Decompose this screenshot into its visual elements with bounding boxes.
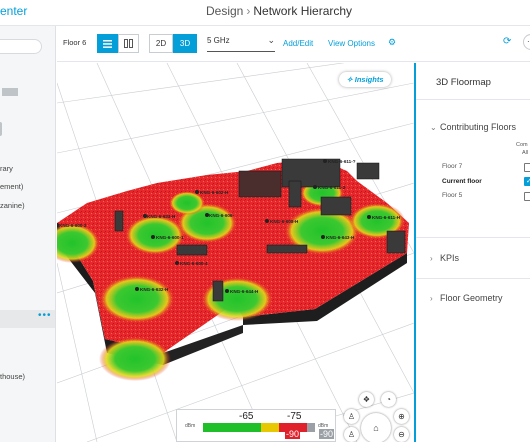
- heatmap-surface: [57, 159, 409, 353]
- floor-toolbar: Floor 6 2D 3D 5 GHz ⌄ Add/Edit View Opti…: [57, 26, 530, 62]
- divider: [416, 99, 530, 100]
- breadcrumb-current: Network Hierarchy: [253, 4, 353, 18]
- floor-geometry-toggle[interactable]: › Floor Geometry: [430, 293, 503, 303]
- person-icon: ♙: [347, 430, 356, 439]
- insights-label: Insights: [354, 75, 384, 84]
- gear-icon[interactable]: ⚙: [388, 37, 396, 48]
- collapsed-badge: [2, 88, 18, 96]
- columns-icon: [124, 39, 133, 48]
- site-hierarchy-panel: rary ement) zanine) ••• thouse): [0, 26, 56, 442]
- ap-label: KNG-6-600-1: [156, 235, 184, 240]
- breadcrumb-separator: ›: [246, 4, 251, 18]
- zoom-out-button[interactable]: ⊖: [394, 427, 409, 442]
- ap-label: KNG-6-611-2: [318, 185, 346, 190]
- legend-value-gray: -90: [319, 429, 335, 439]
- current-floor-checkbox[interactable]: [524, 177, 530, 186]
- ap-label: KNG-6-611-?: [328, 159, 356, 164]
- floor-7-label: Floor 7: [442, 163, 463, 170]
- floor-5-label: Floor 5: [442, 192, 463, 199]
- reset-view-button[interactable]: ❖: [359, 392, 374, 407]
- column-header-2: All: [522, 150, 529, 156]
- list-view-button[interactable]: [97, 34, 118, 53]
- mode-3d-button[interactable]: 3D: [173, 34, 197, 53]
- walk-button[interactable]: ♙: [344, 427, 359, 442]
- kpis-toggle[interactable]: › KPIs: [430, 253, 459, 263]
- legend-value-green: -65: [239, 411, 254, 422]
- list-icon: [103, 39, 112, 48]
- rssi-legend: dBm dBm -65 -75 -90 -90: [176, 409, 336, 442]
- floormap-3d-canvas[interactable]: KNG-6-611-? KNG-6-602-H KNG-6-611-2 KNG-…: [57, 63, 414, 442]
- top-header: enter Design › Network Hierarchy: [0, 0, 530, 26]
- floor-label: Floor 6: [63, 38, 87, 47]
- divider: [416, 237, 530, 238]
- floor-geometry-label: Floor Geometry: [440, 293, 503, 303]
- legend-bar-gray: [307, 423, 315, 432]
- floor-5-checkbox[interactable]: [524, 192, 530, 201]
- chevron-right-icon: ›: [430, 254, 433, 263]
- view-options-link[interactable]: View Options: [328, 39, 375, 48]
- chevron-down-icon: ⌄: [267, 35, 275, 45]
- person-icon: ♙: [347, 412, 356, 421]
- pan-control[interactable]: ⌂: [361, 413, 391, 442]
- compass-icon: ◔: [386, 395, 391, 404]
- legend-value-red: -90: [285, 429, 301, 439]
- refresh-icon[interactable]: ⟳: [503, 36, 511, 47]
- band-select[interactable]: 5 GHz ⌄: [207, 35, 275, 52]
- collapsed-marker: [0, 122, 2, 136]
- tree-item-mezzanine[interactable]: zanine): [0, 201, 25, 210]
- floor-7-checkbox[interactable]: [524, 163, 530, 172]
- band-value: 5 GHz: [207, 36, 230, 45]
- breadcrumb: Design › Network Hierarchy: [206, 4, 352, 18]
- bulb-icon: ✧: [346, 75, 353, 84]
- column-header-1: Com: [516, 142, 528, 148]
- zoom-out-icon: ⊖: [398, 430, 405, 439]
- floormap-svg: KNG-6-611-? KNG-6-602-H KNG-6-611-2 KNG-…: [57, 63, 414, 442]
- ap-label: KNG-6-600-4: [180, 261, 208, 266]
- kpis-label: KPIs: [440, 253, 460, 263]
- add-edit-link[interactable]: Add/Edit: [283, 39, 313, 48]
- chevron-down-icon: ⌄: [430, 123, 437, 132]
- more-options-button[interactable]: ⋯: [523, 34, 530, 50]
- ellipsis-icon[interactable]: •••: [38, 310, 52, 321]
- legend-value-yellow: -75: [287, 411, 302, 422]
- ap-label: KNG-6-608-H: [270, 219, 299, 224]
- current-floor-label: Current floor: [442, 178, 482, 185]
- chevron-right-icon: ›: [430, 294, 433, 303]
- tree-item-basement[interactable]: ement): [0, 182, 23, 191]
- mode-2d-button[interactable]: 2D: [149, 34, 173, 53]
- contributing-floors-toggle[interactable]: ⌄ Contributing Floors: [430, 122, 516, 132]
- tree-item-library[interactable]: rary: [0, 164, 13, 173]
- zoom-in-button[interactable]: ⊕: [394, 409, 409, 424]
- floormap-3d-panel: 3D Floormap ⌄ Contributing Floors Com All…: [414, 63, 530, 442]
- tilt-button[interactable]: ♙: [344, 409, 359, 424]
- ap-label: KNG-6-644-H: [230, 289, 259, 294]
- ap-label: KNG-6-643-H: [326, 235, 355, 240]
- ap-label: KNG-6-600-2: [59, 223, 87, 228]
- tree-item-penthouse[interactable]: thouse): [0, 372, 25, 381]
- cube-icon: ❖: [362, 395, 371, 404]
- legend-unit-left: dBm: [185, 423, 196, 429]
- ap-label: KNG-6-602-H: [200, 190, 229, 195]
- legend-bar-yellow: [261, 423, 279, 432]
- hierarchy-search-input[interactable]: [0, 39, 42, 54]
- ap-label: KNG-6-632-H: [140, 287, 169, 292]
- home-icon: ⌂: [373, 423, 379, 433]
- compass-button[interactable]: ◔: [381, 392, 396, 407]
- app-root: enter Design › Network Hierarchy rary emen…: [0, 0, 530, 442]
- contributing-floors-label: Contributing Floors: [440, 122, 517, 132]
- panel-title: 3D Floormap: [436, 77, 491, 88]
- ap-label: KNG-6-633-H: [147, 214, 176, 219]
- insights-button[interactable]: ✧ Insights: [339, 72, 391, 87]
- divider: [416, 278, 530, 279]
- zoom-in-icon: ⊕: [398, 412, 405, 421]
- ap-label: KNG-6-611-H: [372, 215, 401, 220]
- legend-bar-green: [203, 423, 261, 432]
- breadcrumb-parent[interactable]: Design: [206, 4, 243, 18]
- app-title[interactable]: enter: [0, 4, 27, 18]
- split-view-button[interactable]: [118, 34, 139, 53]
- ap-label: KNG-6-606-: [209, 213, 234, 218]
